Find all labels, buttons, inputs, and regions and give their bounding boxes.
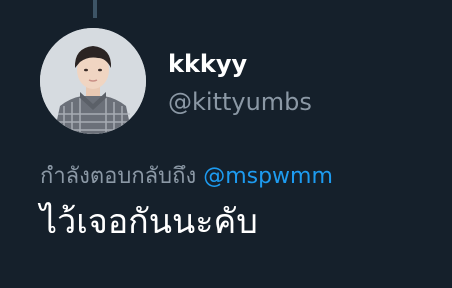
thread-connector-line bbox=[93, 0, 97, 18]
tweet-card: kkkyy @kittyumbs กำลังตอบกลับถึง @mspwmm… bbox=[0, 0, 452, 288]
replying-to-label: กำลังตอบกลับถึง bbox=[40, 164, 197, 189]
avatar-photo-icon bbox=[40, 28, 146, 134]
tweet-text: ไว้เจอกันนะคับ bbox=[40, 202, 258, 242]
avatar[interactable] bbox=[40, 28, 146, 134]
replying-to: กำลังตอบกลับถึง @mspwmm bbox=[40, 163, 333, 191]
reply-mention-link[interactable]: @mspwmm bbox=[203, 164, 333, 189]
username[interactable]: @kittyumbs bbox=[168, 88, 312, 116]
display-name[interactable]: kkkyy bbox=[168, 50, 247, 78]
